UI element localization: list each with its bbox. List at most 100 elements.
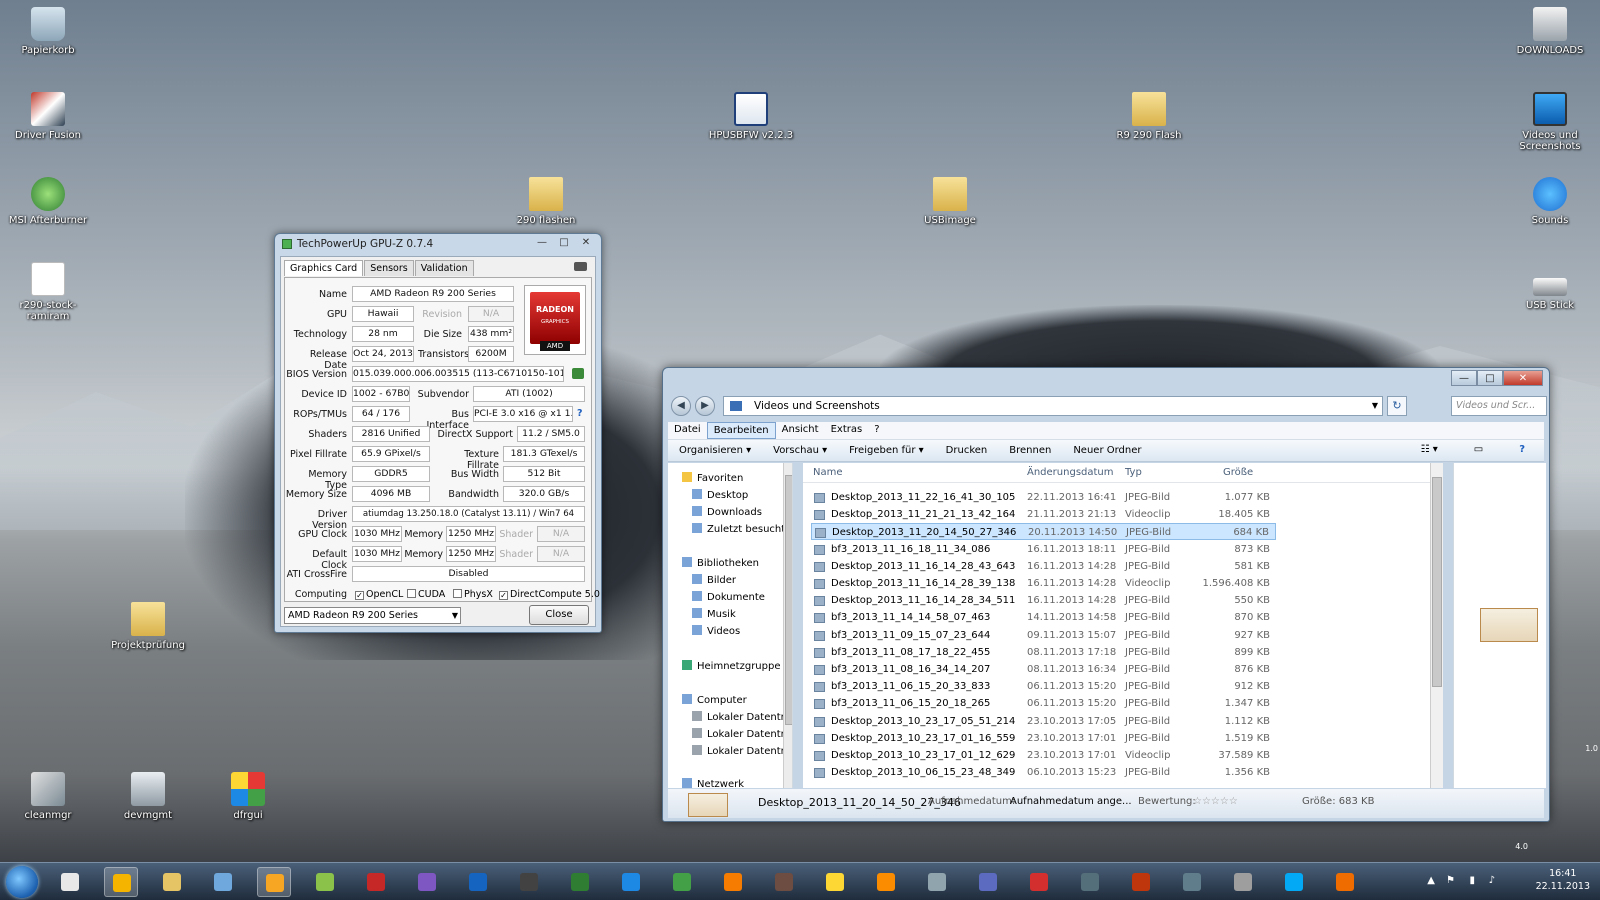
gimp-icon[interactable] — [1124, 867, 1158, 897]
menu-extras[interactable]: Extras — [825, 422, 869, 439]
wordpad-icon[interactable] — [563, 867, 597, 897]
nav-recent[interactable]: Zuletzt besucht — [692, 522, 785, 538]
nav-local-disk[interactable]: Lokaler Datenträ — [692, 710, 791, 726]
nav-downloads[interactable]: Downloads — [692, 505, 762, 521]
rating-stars[interactable]: ☆☆☆☆☆ — [1193, 796, 1238, 807]
close-button[interactable]: Close — [529, 605, 589, 625]
minimize-button[interactable]: — — [1451, 370, 1477, 386]
nav-desktop[interactable]: Desktop — [692, 488, 748, 504]
scrollbar-thumb[interactable] — [785, 475, 792, 725]
file-row[interactable]: Desktop_2013_11_16_14_28_39_138 16.11.201… — [811, 575, 1276, 592]
bf3-icon[interactable] — [461, 867, 495, 897]
maximize-button[interactable]: □ — [1477, 370, 1503, 386]
driver-version-value[interactable]: atiumdag 13.250.18.0 (Catalyst 13.11) / … — [352, 506, 585, 522]
tab-graphics-card[interactable]: Graphics Card — [284, 260, 364, 276]
file-row[interactable]: bf3_2013_11_16_18_11_34_086 16.11.2013 18… — [811, 541, 1276, 558]
desktop-icon-290-flashen[interactable]: 290 flashen — [501, 177, 591, 226]
physx-checkbox[interactable]: PhysX — [453, 589, 493, 600]
desktop-icon-recycle-bin[interactable]: Papierkorb — [3, 7, 93, 56]
column-name[interactable]: Name — [813, 467, 843, 478]
minimize-button[interactable]: — — [533, 236, 551, 250]
desktop-icon-sounds[interactable]: Sounds — [1505, 177, 1595, 226]
menu-ansicht[interactable]: Ansicht — [776, 422, 825, 439]
die-size-value[interactable]: 438 mm² — [468, 326, 514, 342]
desktop-icon-usb-stick[interactable]: USB Stick — [1505, 262, 1595, 311]
file-row[interactable]: bf3_2013_11_08_17_18_22_455 08.11.2013 17… — [811, 644, 1276, 661]
default-clock-value[interactable]: 1030 MHz — [352, 546, 402, 562]
technology-value[interactable]: 28 nm — [352, 326, 414, 342]
driver-fusion-icon[interactable] — [308, 867, 342, 897]
cuda-checkbox[interactable]: CUDA — [407, 589, 445, 600]
bus-interface-value[interactable]: PCI-E 3.0 x16 @ x1 1.1 — [473, 406, 573, 422]
disk-icon[interactable] — [1226, 867, 1260, 897]
bus-help-icon[interactable]: ? — [577, 408, 583, 419]
file-row[interactable]: bf3_2013_11_06_15_20_33_833 06.11.2013 15… — [811, 678, 1276, 695]
gpuz-window[interactable]: TechPowerUp GPU-Z 0.7.4 — □ ✕ Graphics C… — [274, 233, 602, 633]
organize-button[interactable]: Organisieren ▾ — [668, 445, 762, 456]
paint-icon[interactable] — [971, 867, 1005, 897]
column-size[interactable]: Größe — [1223, 467, 1253, 478]
file-row[interactable]: Desktop_2013_11_20_14_50_27_346 20.11.201… — [811, 523, 1276, 541]
tab-validation[interactable]: Validation — [414, 260, 474, 276]
skype-icon[interactable] — [1277, 867, 1311, 897]
gpu-clock-value[interactable]: 1030 MHz — [352, 526, 402, 542]
network-tray-icon[interactable]: ▮ — [1469, 875, 1475, 886]
desktop-icon-hpusbfw[interactable]: HPUSBFW v2.2.3 — [706, 92, 796, 141]
desktop-icon-videos-screenshots[interactable]: Videos und Screenshots — [1505, 92, 1595, 152]
start-orb-icon[interactable] — [6, 866, 38, 898]
menu-help[interactable]: ? — [868, 422, 885, 439]
cpu-z-icon[interactable] — [359, 867, 393, 897]
bandwidth-value[interactable]: 320.0 GB/s — [503, 486, 585, 502]
default-shader-value[interactable]: N/A — [537, 546, 585, 562]
yellow-app-icon[interactable] — [818, 867, 852, 897]
media-player-icon[interactable] — [206, 867, 240, 897]
new-folder-button[interactable]: Neuer Ordner — [1062, 445, 1152, 456]
steam-app-icon[interactable] — [767, 867, 801, 897]
print-button[interactable]: Drucken — [935, 445, 999, 456]
file-row[interactable]: Desktop_2013_11_16_14_28_34_511 16.11.201… — [811, 592, 1276, 609]
device-manager-icon[interactable] — [1175, 867, 1209, 897]
volume-icon[interactable]: ♪ — [1489, 875, 1495, 886]
opencl-checkbox[interactable]: ✓ OpenCL — [355, 589, 403, 600]
bios-value[interactable]: 015.039.000.006.003515 (113-C6710150-101… — [352, 366, 564, 382]
preview-pane-icon[interactable]: ▭ — [1463, 444, 1494, 455]
desktop-icon-rom-file[interactable]: r290-stock-ramiram — [3, 262, 93, 322]
name-value[interactable]: AMD Radeon R9 200 Series — [352, 286, 514, 302]
crossfire-value[interactable]: Disabled — [352, 566, 585, 582]
file-row[interactable]: bf3_2013_11_14_14_58_07_463 14.11.2013 14… — [811, 609, 1276, 626]
preview-button[interactable]: Vorschau ▾ — [762, 445, 838, 456]
mail-icon[interactable] — [155, 867, 189, 897]
nav-scrollbar[interactable] — [783, 463, 792, 788]
nav-homegroup[interactable]: Heimnetzgruppe — [682, 659, 781, 675]
nav-local-disk[interactable]: Lokaler Datenträ — [692, 727, 791, 743]
texture-fillrate-value[interactable]: 181.3 GTexel/s — [503, 446, 585, 462]
nav-music[interactable]: Musik — [692, 607, 736, 623]
action-center-icon[interactable]: ⚑ — [1446, 875, 1455, 886]
column-type[interactable]: Typ — [1125, 467, 1142, 478]
revision-value[interactable]: N/A — [468, 306, 514, 322]
file-row[interactable]: bf3_2013_11_08_16_34_14_207 08.11.2013 16… — [811, 661, 1276, 678]
nav-favorites[interactable]: Favoriten — [682, 471, 743, 487]
nav-network[interactable]: Netzwerk — [682, 777, 744, 788]
nav-pictures[interactable]: Bilder — [692, 573, 736, 589]
menu-datei[interactable]: Datei — [668, 422, 707, 439]
red-app-icon[interactable] — [1022, 867, 1056, 897]
desktop-icon-downloads[interactable]: DOWNLOADS — [1505, 7, 1595, 56]
shaders-value[interactable]: 2816 Unified — [352, 426, 430, 442]
breadcrumb[interactable]: Videos und Screenshots — [754, 400, 880, 412]
gpuz-titlebar[interactable]: TechPowerUp GPU-Z 0.7.4 — □ ✕ — [275, 234, 601, 254]
desktop-icon-devmgmt[interactable]: devmgmt — [103, 772, 193, 821]
bus-width-value[interactable]: 512 Bit — [503, 466, 585, 482]
show-hidden-icons-icon[interactable]: ▲ — [1427, 875, 1435, 886]
origin-icon[interactable] — [665, 867, 699, 897]
menu-bearbeiten[interactable]: Bearbeiten — [706, 422, 776, 439]
column-date[interactable]: Änderungsdatum — [1027, 467, 1114, 478]
file-row[interactable]: Desktop_2013_10_06_15_23_48_349 06.10.201… — [811, 764, 1276, 781]
file-row[interactable]: Desktop_2013_11_21_21_13_42_164 21.11.201… — [811, 506, 1276, 523]
explorer-window[interactable]: — □ ✕ ◀ ▶ Videos und Screenshots ▼ ↻ Vide… — [662, 367, 1550, 822]
desktop-icon-r9-290-flash[interactable]: R9 290 Flash — [1104, 92, 1194, 141]
transistors-value[interactable]: 6200M — [468, 346, 514, 362]
refresh-button[interactable]: ↻ — [1387, 396, 1407, 416]
release-date-value[interactable]: Oct 24, 2013 — [352, 346, 414, 362]
desktop-icon-dfrgui[interactable]: dfrgui — [203, 772, 293, 821]
